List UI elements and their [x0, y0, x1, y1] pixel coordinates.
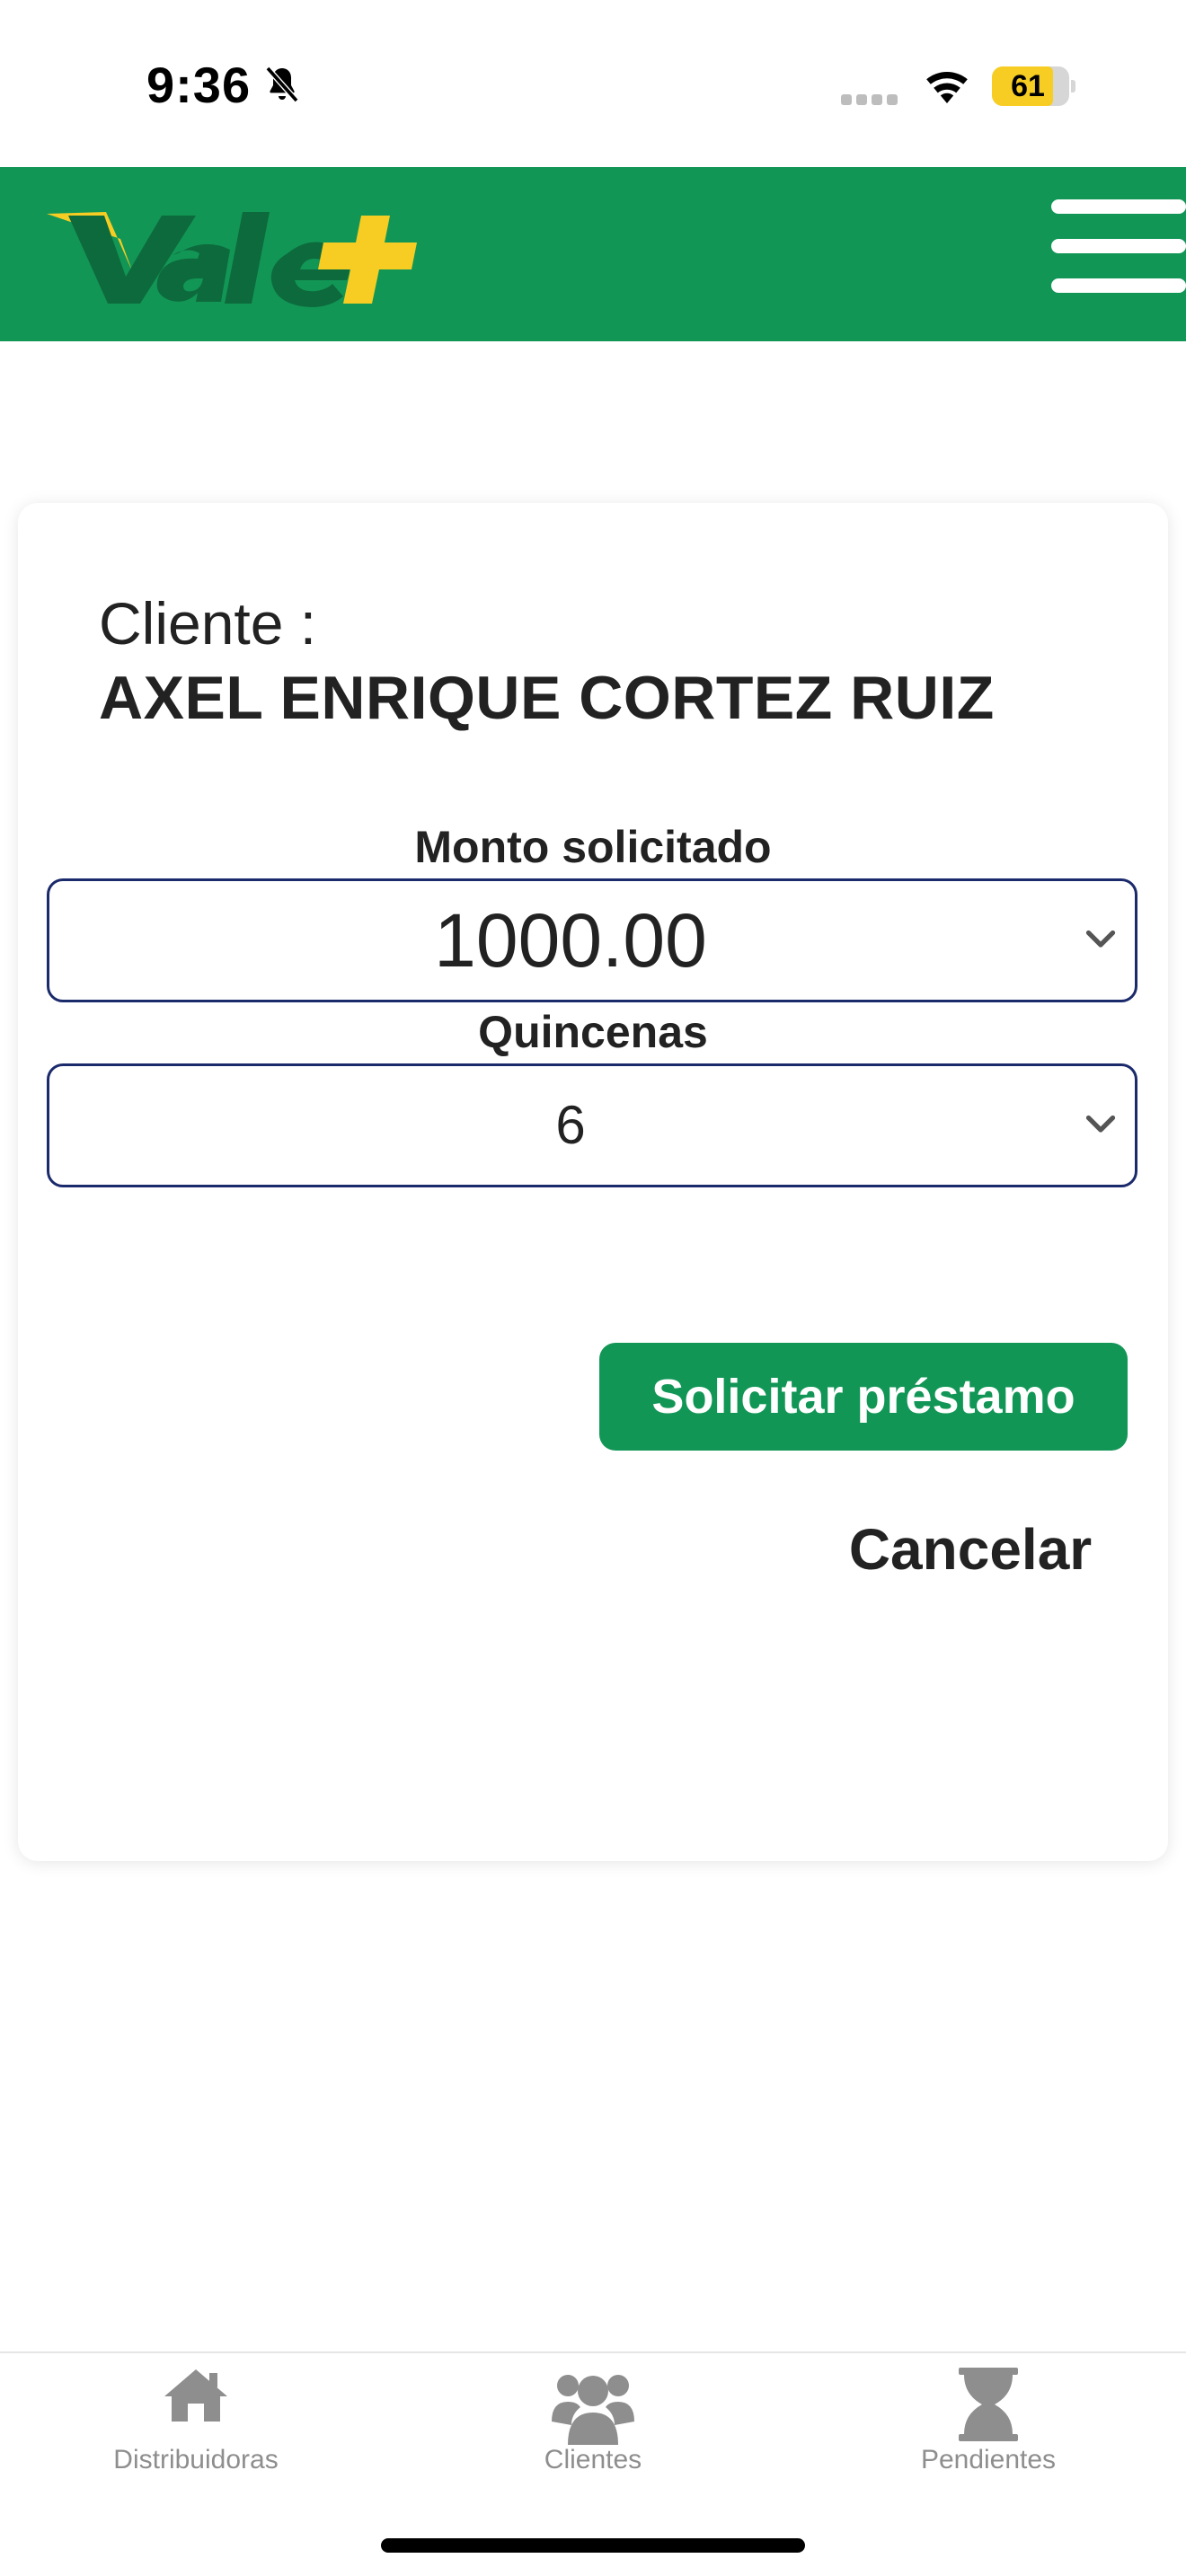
periods-value: 6: [555, 1095, 586, 1155]
request-loan-button[interactable]: Solicitar préstamo: [599, 1343, 1128, 1451]
periods-select[interactable]: 6: [47, 1063, 1137, 1187]
tab-distribuidoras[interactable]: Distribuidoras: [61, 2353, 331, 2497]
vale-plus-logo: [47, 212, 417, 307]
tab-clientes[interactable]: Clientes: [458, 2353, 728, 2497]
screen: 9:36 61 Cliente: AXEL ENRIQUE CORTEZ RU…: [0, 0, 1186, 2576]
amount-label: Monto solicitado: [414, 822, 772, 872]
home-icon: [164, 2369, 227, 2422]
tab-label: Pendientes: [920, 2445, 1057, 2475]
status-bar: 9:36 61: [0, 0, 1186, 167]
periods-label: Quincenas: [478, 1007, 708, 1057]
app-header: [0, 167, 1186, 341]
tab-label: Distribuidoras: [113, 2445, 279, 2475]
amount-select[interactable]: 1000.00: [47, 878, 1137, 1002]
tab-label: Clientes: [544, 2445, 642, 2475]
battery-icon: 61: [992, 66, 1075, 106]
loan-request-card: Cliente : AXEL ENRIQUE CORTEZ RUIZ Monto…: [18, 503, 1168, 1861]
chevron-down-icon: [1085, 1115, 1116, 1133]
cancel-button[interactable]: Cancelar: [818, 1504, 1123, 1594]
tab-pendientes[interactable]: Pendientes: [854, 2353, 1123, 2497]
hamburger-menu-icon[interactable]: [1051, 187, 1186, 304]
battery-percent: 61: [1011, 69, 1045, 103]
amount-value: 1000.00: [434, 898, 707, 983]
hourglass-icon: [959, 2368, 1018, 2441]
wifi-icon: [926, 72, 968, 103]
users-icon: [552, 2375, 634, 2445]
bell-off-icon: [265, 66, 299, 103]
home-indicator[interactable]: [381, 2538, 805, 2553]
client-label: Cliente :: [99, 590, 317, 657]
client-name: AXEL ENRIQUE CORTEZ RUIZ: [99, 664, 995, 732]
signal-icon: [841, 93, 904, 105]
status-time: 9:36: [146, 57, 252, 113]
chevron-down-icon: [1085, 930, 1116, 948]
